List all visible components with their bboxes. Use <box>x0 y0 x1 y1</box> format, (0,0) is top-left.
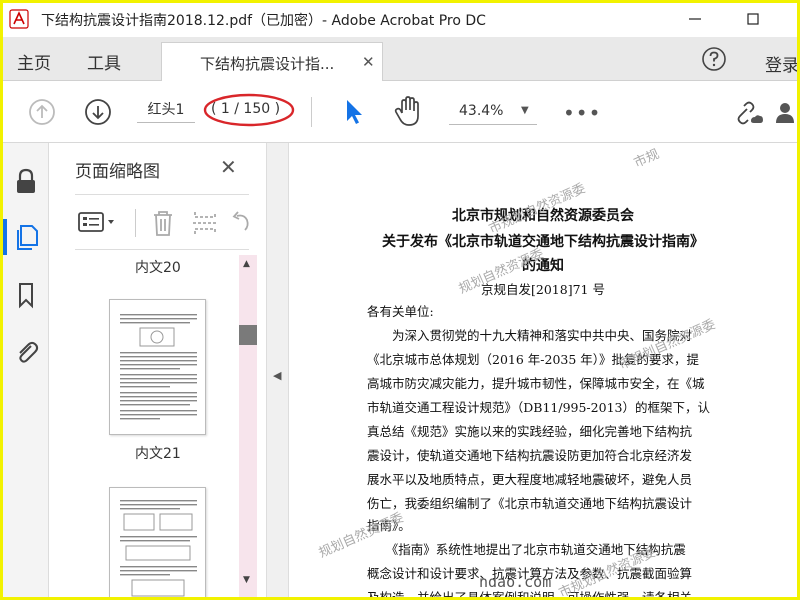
toolbar-divider <box>311 97 312 127</box>
acrobat-app-icon <box>9 9 29 29</box>
rotate-page-icon[interactable] <box>229 208 251 238</box>
tab-home[interactable]: 主页 <box>17 49 51 74</box>
minimize-icon[interactable] <box>683 7 707 31</box>
collapse-panel-icon[interactable]: ◀ <box>273 369 281 382</box>
doc-line: 高城市防灾减灾能力，提升城市韧性，保障城市安全，在《城 <box>367 376 705 391</box>
bookmark-icon[interactable] <box>13 281 39 309</box>
page-preview <box>120 500 197 597</box>
site-watermark: ndao.com <box>479 573 552 591</box>
thumbnail-page-22[interactable] <box>109 487 206 597</box>
close-panel-icon[interactable]: ✕ <box>220 155 237 179</box>
acrobat-window: 下结构抗震设计指南2018.12.pdf（已加密）- Adobe Acrobat… <box>3 3 797 597</box>
share-link-icon[interactable] <box>735 99 765 127</box>
lock-icon[interactable] <box>13 167 39 195</box>
doc-line: 真总结《规范》实施以来的实践经验，细化完善地下结构抗 <box>367 424 693 439</box>
document-page: 北京市规划和自然资源委员会 关于发布《北京市轨道交通地下结构抗震设计指南》 的通… <box>289 143 797 597</box>
sign-in-link[interactable]: 登录 <box>765 51 797 76</box>
thumbnail-label: 内文21 <box>135 446 181 462</box>
navigation-rail <box>3 143 49 597</box>
panel-splitter[interactable]: ◀ <box>266 143 289 597</box>
doc-line: 伤亡，我委组织编制了《北京市轨道交通地下结构抗震设计 <box>367 496 693 511</box>
tab-bar: 主页 工具 下结构抗震设计指... ✕ 登录 <box>3 37 797 81</box>
page-label-field[interactable]: 红头1 <box>137 97 195 123</box>
hand-tool-icon[interactable] <box>393 95 425 129</box>
doc-line: 市轨道交通工程设计规范》（DB11/995-2013）的框架下，认 <box>367 400 710 415</box>
title-bar: 下结构抗震设计指南2018.12.pdf（已加密）- Adobe Acrobat… <box>3 3 797 37</box>
close-tab-icon[interactable]: ✕ <box>362 53 375 71</box>
help-icon[interactable] <box>700 45 728 73</box>
document-view[interactable]: 北京市规划和自然资源委员会 关于发布《北京市轨道交通地下结构抗震设计指南》 的通… <box>289 143 797 597</box>
select-cursor-icon[interactable] <box>343 97 365 127</box>
doc-number: 京规自发[2018]71 号 <box>481 282 605 297</box>
maximize-icon[interactable] <box>741 7 765 31</box>
page-thumbnails-icon[interactable] <box>13 223 39 251</box>
doc-heading-subject: 关于发布《北京市轨道交通地下结构抗震设计指南》 <box>382 234 704 250</box>
scroll-up-icon[interactable]: ▲ <box>243 259 250 269</box>
thumbnail-options-icon[interactable] <box>77 210 117 234</box>
active-indicator <box>3 219 7 255</box>
panel-title: 页面缩略图 <box>75 162 160 182</box>
toolbar: 红头1 ( 1 / 150 ) 43.4% ▼ ••• <box>3 81 797 143</box>
annotation-oval <box>203 93 295 127</box>
window-title: 下结构抗震设计指南2018.12.pdf（已加密）- Adobe Acrobat… <box>41 13 486 29</box>
chevron-down-icon: ▼ <box>521 105 529 116</box>
thumbnail-scrollbar[interactable]: ▲ ▼ <box>239 255 257 597</box>
doc-line: 震设计，使轨道交通地下结构抗震设防更加符合北京经济发 <box>367 448 693 463</box>
thumbnail-label: 内文20 <box>135 260 181 276</box>
document-tab-label: 下结构抗震设计指... <box>200 55 335 73</box>
watermark: 市规 <box>631 146 662 172</box>
doc-line: 展水平以及地质特点，更大程度地减轻地震破坏，避免人员 <box>367 472 693 487</box>
tab-tools[interactable]: 工具 <box>87 49 121 74</box>
scrollbar-thumb[interactable] <box>239 325 257 345</box>
extract-page-icon[interactable] <box>191 208 219 238</box>
tab-document[interactable]: 下结构抗震设计指... ✕ <box>161 42 383 81</box>
doc-line: 为深入贯彻党的十九大精神和落实中共中央、国务院对 <box>367 328 693 343</box>
scroll-down-icon[interactable]: ▼ <box>243 575 250 585</box>
doc-line: 各有关单位: <box>367 304 434 319</box>
page-preview <box>120 314 197 420</box>
next-page-icon[interactable] <box>83 97 113 127</box>
zoom-dropdown[interactable]: 43.4% ▼ <box>449 99 537 125</box>
thumbnail-page-21[interactable] <box>109 299 206 435</box>
thumbnail-panel: 页面缩略图 ✕ 内文20 内文21 ▲ ▼ <box>49 143 266 597</box>
zoom-value: 43.4% <box>459 103 504 119</box>
attachment-icon[interactable] <box>13 337 39 365</box>
previous-page-icon[interactable] <box>27 97 57 127</box>
more-options-icon[interactable]: ••• <box>563 101 601 125</box>
user-icon[interactable] <box>773 99 797 127</box>
thumbnail-tools <box>75 194 249 250</box>
delete-page-icon[interactable] <box>149 208 177 238</box>
tools-divider <box>135 209 136 237</box>
